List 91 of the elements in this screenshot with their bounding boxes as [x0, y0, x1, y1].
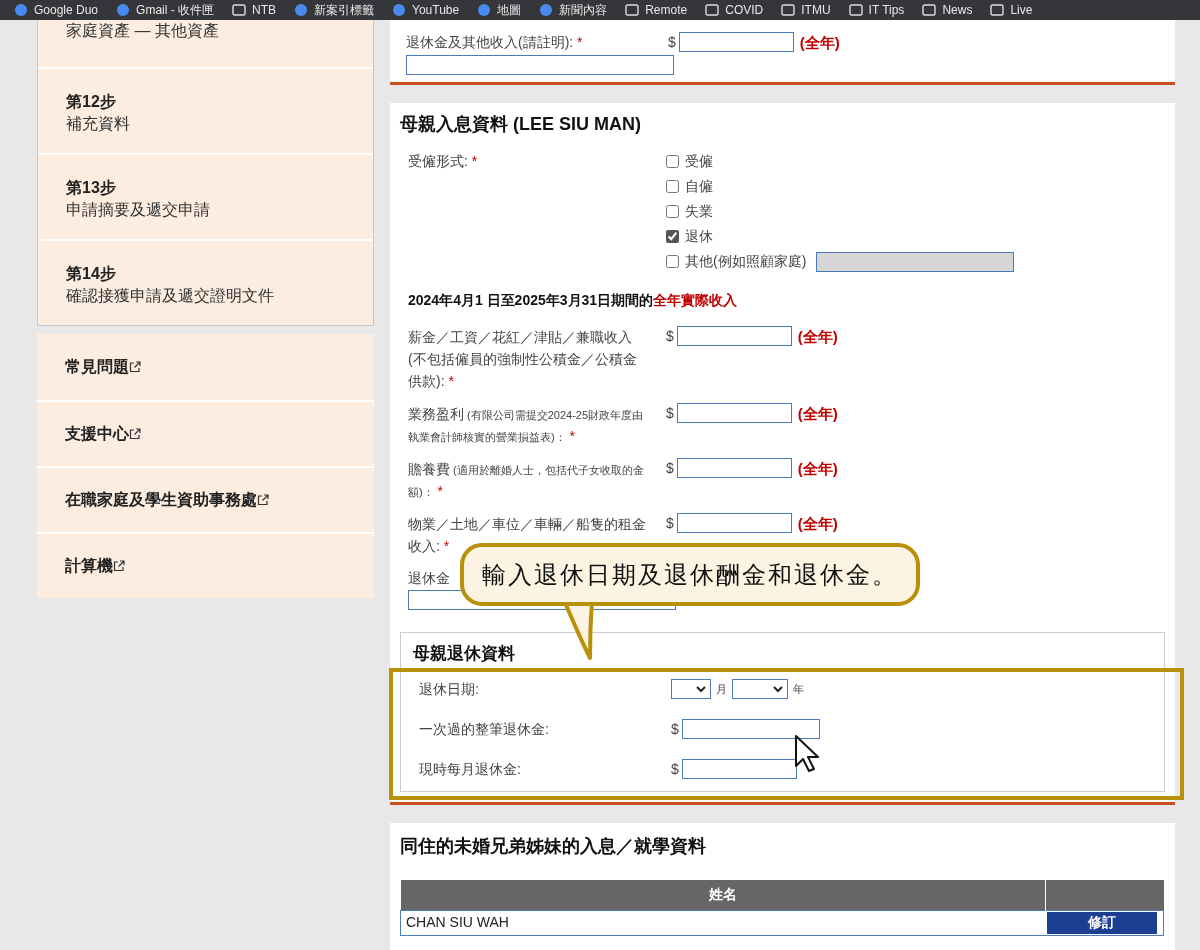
- site-icon: [539, 3, 554, 17]
- amount-field[interactable]: [678, 32, 794, 52]
- cursor-icon: [794, 734, 820, 774]
- annual-note: (全年): [797, 404, 838, 424]
- description-field[interactable]: [406, 55, 674, 75]
- folder-icon: [781, 4, 796, 16]
- external-link-icon: [113, 560, 125, 572]
- step-item[interactable]: 第12步 補充資料: [38, 67, 373, 153]
- site-icon: [392, 3, 407, 17]
- chevron-down-icon: [773, 685, 783, 693]
- bookmark[interactable]: News: [922, 1, 973, 19]
- section-title: 母親入息資料 (LEE SIU MAN): [400, 113, 642, 136]
- folder-icon: [625, 4, 640, 16]
- external-link-icon: [129, 361, 141, 373]
- option-label: 失業: [685, 202, 713, 221]
- site-icon: [116, 3, 131, 17]
- bookmark[interactable]: 新案引標籤: [294, 1, 375, 19]
- step-item[interactable]: 家庭資產 — 其他資產: [38, 20, 373, 67]
- bookmark[interactable]: Remote: [625, 1, 688, 19]
- bookmark[interactable]: COVID: [705, 1, 764, 19]
- section-title: 母親退休資料: [413, 643, 516, 665]
- field-label: 業務盈利 (有限公司需提交2024-25財政年度由執業會計師核實的營業損益表)： *: [408, 405, 645, 446]
- option-label: 受僱: [685, 152, 713, 171]
- amount-field[interactable]: [681, 718, 820, 739]
- bookmark[interactable]: NTB: [232, 1, 277, 19]
- field-label: 薪金／工資／花紅／津貼／兼職收入 (不包括僱員的強制性公積金／公積金供款): *: [408, 328, 638, 391]
- sidebar-link[interactable]: 支援中心: [37, 400, 374, 466]
- edit-button[interactable]: 修訂: [1046, 911, 1157, 934]
- external-link-icon: [257, 494, 269, 506]
- currency-sign: $: [671, 759, 679, 779]
- column-header: 姓名: [400, 880, 1046, 910]
- annual-note: (全年): [797, 327, 838, 347]
- currency-sign: $: [666, 327, 674, 346]
- currency-sign: $: [666, 404, 674, 423]
- checkbox[interactable]: [666, 230, 679, 243]
- field-label: 受僱形式: *: [408, 152, 479, 171]
- currency-sign: $: [668, 33, 676, 52]
- step-item[interactable]: 第14步 確認接獲申請及遞交證明文件: [38, 239, 373, 325]
- field-label: 現時每月退休金:: [419, 759, 522, 779]
- year-label: 年: [793, 681, 804, 697]
- amount-field[interactable]: [681, 758, 797, 779]
- dropdown[interactable]: [732, 679, 788, 699]
- amount-field[interactable]: [676, 513, 792, 533]
- currency-sign: $: [666, 514, 674, 533]
- folder-icon: [922, 4, 937, 16]
- bookmark[interactable]: ITMU: [781, 1, 831, 19]
- month-label: 月: [716, 681, 727, 697]
- site-icon: [294, 3, 309, 17]
- dropdown[interactable]: [671, 679, 711, 699]
- folder-icon: [232, 4, 247, 16]
- field-label: 退休金: [408, 569, 450, 588]
- income-heading: 2024年4月1 日至2025年3月31日期間的全年實際收入: [407, 291, 739, 310]
- option-label: 其他(例如照顧家庭): [685, 252, 807, 271]
- folder-icon: [705, 4, 720, 16]
- folder-icon: [990, 4, 1005, 16]
- field-label: 一次過的整筆退休金:: [419, 719, 550, 739]
- field-label: 退休金及其他收入(請註明): *: [406, 33, 584, 52]
- site-icon: [14, 3, 28, 17]
- sidebar-link[interactable]: 常見問題: [37, 334, 374, 400]
- annual-note: (全年): [797, 459, 838, 479]
- step-item[interactable]: 第13步 申請摘要及遞交申請: [38, 153, 373, 239]
- bookmark[interactable]: YouTube: [392, 1, 460, 19]
- bookmark[interactable]: IT Tips: [848, 1, 905, 19]
- currency-sign: $: [666, 459, 674, 478]
- field-label: 退休日期:: [419, 679, 480, 699]
- option-label: 退休: [685, 227, 713, 246]
- checkbox[interactable]: [666, 155, 679, 168]
- site-icon: [477, 3, 492, 17]
- checkbox[interactable]: [666, 255, 679, 268]
- amount-field[interactable]: [676, 458, 792, 478]
- checkbox[interactable]: [666, 180, 679, 193]
- bookmark[interactable]: 新聞內容: [539, 1, 608, 19]
- external-link-icon: [129, 428, 141, 440]
- bookmark[interactable]: Google Duo: [14, 1, 99, 19]
- annual-note: (全年): [797, 514, 838, 534]
- option-label: 自僱: [685, 177, 713, 196]
- bookmark[interactable]: 地圖: [477, 1, 522, 19]
- bookmark[interactable]: Gmail - 收件匣: [116, 1, 215, 19]
- folder-icon: [848, 4, 863, 16]
- sidebar-link[interactable]: 計算機: [37, 532, 374, 598]
- bookmark[interactable]: Live: [990, 1, 1033, 19]
- section-title: 同住的未婚兄弟姊妹的入息／就學資料: [400, 835, 707, 858]
- annual-note: (全年): [799, 33, 840, 53]
- chevron-down-icon: [696, 685, 706, 693]
- checkbox[interactable]: [666, 205, 679, 218]
- field-label: 贍養費 (適用於離婚人士，包括代子女收取的金額)： *: [408, 460, 645, 501]
- amount-field[interactable]: [676, 403, 792, 423]
- sidebar-link[interactable]: 在職家庭及學生資助事務處: [37, 466, 374, 532]
- amount-field[interactable]: [676, 326, 792, 346]
- currency-sign: $: [671, 719, 679, 739]
- table-cell: CHAN SIU WAH: [400, 910, 1046, 935]
